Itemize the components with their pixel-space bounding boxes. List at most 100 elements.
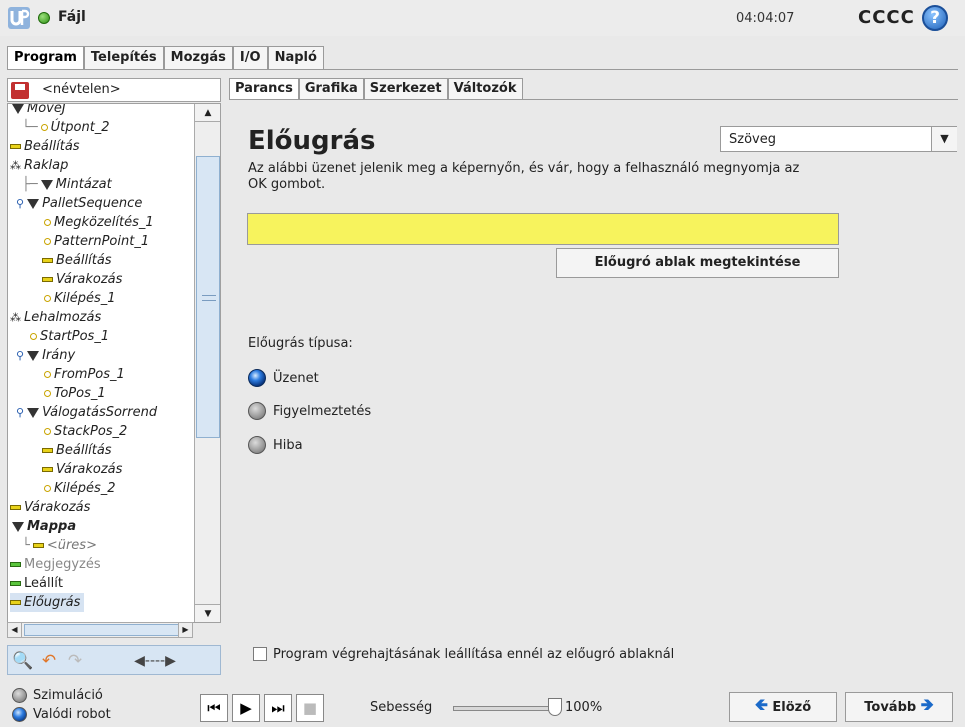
scroll-right-icon[interactable]: ▶ [178, 623, 192, 637]
tree-vertical-scrollbar[interactable]: ▲ ▼ [194, 104, 220, 622]
triangle-icon [27, 198, 40, 209]
set-icon [42, 258, 53, 263]
radio-selected-icon[interactable] [12, 706, 27, 722]
tab-variables[interactable]: Változók [447, 78, 523, 100]
tab-command[interactable]: Parancs [229, 78, 299, 100]
real-robot-label: Valódi robot [33, 706, 111, 722]
radio-unselected-icon[interactable] [12, 687, 27, 703]
tree-item[interactable]: Várakozás [42, 270, 122, 289]
comment-icon [10, 562, 21, 567]
tab-io[interactable]: I/O [232, 46, 268, 70]
tree-item[interactable]: Mappa [12, 517, 76, 536]
message-type-select[interactable]: Szöveg ▼ [720, 126, 957, 152]
tree-item[interactable]: Várakozás [42, 460, 122, 479]
triangle-icon [12, 104, 24, 114]
scroll-down-icon[interactable]: ▼ [195, 604, 220, 622]
scroll-up-icon[interactable]: ▲ [195, 104, 220, 122]
move-node-icon[interactable]: ◀----▶ [106, 650, 204, 672]
tab-move[interactable]: Mozgás [163, 46, 233, 70]
tree-item[interactable]: MoveJ [12, 104, 66, 118]
wait-icon [10, 505, 21, 510]
page-title: Előugrás [248, 126, 376, 156]
program-file-bar: <névtelen> [7, 78, 221, 102]
command-description: Az alábbi üzenet jelenik meg a képernyőn… [248, 161, 800, 192]
tree-item[interactable]: Megjegyzés [10, 555, 101, 574]
tree-item-label: Várakozás [24, 500, 91, 515]
tree-item[interactable]: Várakozás [10, 498, 90, 517]
tree-item[interactable]: ⚲ PalletSequence [16, 194, 142, 213]
tree-item[interactable]: Beállítás [10, 137, 80, 156]
tree-item[interactable]: ToPos_1 [44, 384, 106, 403]
tree-item[interactable]: └─ Útpont_2 [22, 118, 110, 137]
radio-selected-icon[interactable] [248, 369, 266, 387]
radio-message[interactable]: Üzenet [248, 368, 319, 388]
radio-unselected-icon[interactable] [248, 402, 266, 420]
speed-slider-handle[interactable] [548, 698, 562, 716]
radio-warning[interactable]: Figyelmeztetés [248, 401, 371, 421]
radio-error[interactable]: Hiba [248, 435, 303, 455]
stop-program-option[interactable]: Program végrehajtásának leállítása ennél… [253, 645, 674, 663]
redo-icon[interactable]: ↷ [64, 650, 86, 672]
arrow-left-icon: 🡸 [754, 694, 768, 714]
next-button[interactable]: Tovább 🡺 [845, 692, 953, 722]
simulation-mode-option[interactable]: Szimuláció [12, 686, 103, 704]
tree-item[interactable]: ├─ Mintázat [22, 175, 112, 194]
command-tabs: Parancs Grafika Szerkezet Változók [229, 78, 523, 100]
tree-item[interactable]: StartPos_1 [30, 327, 109, 346]
tree-item-label: Beállítás [24, 139, 80, 154]
tree-item[interactable]: Beállítás [42, 441, 112, 460]
previous-button[interactable]: 🡸 Elöző [729, 692, 837, 722]
tree-item-label: Mappa [27, 519, 77, 534]
preview-popup-button[interactable]: Előugró ablak megtekintése [556, 248, 839, 278]
scroll-thumb[interactable] [196, 156, 220, 438]
tree-horizontal-scrollbar[interactable]: ◀ ▶ [7, 622, 193, 638]
tree-item[interactable]: ⁂ Lehalmozás [10, 308, 101, 327]
clock: 04:04:07 [736, 11, 795, 26]
radio-label: Figyelmeztetés [273, 403, 372, 419]
radio-unselected-icon[interactable] [248, 436, 266, 454]
chevron-down-icon[interactable]: ▼ [931, 127, 957, 151]
file-menu[interactable]: Fájl [58, 9, 86, 25]
program-file-name: <névtelen> [42, 82, 121, 97]
scroll-thumb[interactable] [24, 624, 179, 636]
stop-icon[interactable]: ■ [296, 694, 324, 722]
waypoint-icon [44, 485, 51, 492]
wait-icon [42, 277, 53, 282]
tree-item[interactable]: Leállít [10, 574, 63, 593]
tree-item[interactable]: PatternPoint_1 [44, 232, 149, 251]
undo-icon[interactable]: ↶ [38, 650, 60, 672]
tab-program[interactable]: Program [7, 46, 84, 70]
speed-slider[interactable] [453, 706, 558, 711]
play-icon[interactable]: ▶ [232, 694, 260, 722]
tree-item[interactable]: StackPos_2 [44, 422, 127, 441]
waypoint-icon [44, 371, 51, 378]
tree-item[interactable]: Beállítás [42, 251, 112, 270]
tree-item[interactable]: ⚲ VálogatásSorrend [16, 403, 157, 422]
tab-installation[interactable]: Telepítés [83, 46, 164, 70]
search-icon[interactable]: 🔍 [12, 650, 34, 672]
speed-label: Sebesség [370, 700, 433, 715]
waypoint-icon [30, 333, 37, 340]
tree-item-selected[interactable]: Előugrás [10, 593, 85, 612]
skip-back-icon[interactable]: ⏮ [200, 694, 228, 722]
main-tabs: Program Telepítés Mozgás I/O Napló [7, 46, 324, 70]
tab-log[interactable]: Napló [267, 46, 324, 70]
message-input[interactable] [247, 213, 839, 245]
save-icon[interactable] [11, 82, 29, 99]
tree-item[interactable]: Kilépés_1 [44, 289, 116, 308]
tree-item-label: Kilépés_2 [54, 481, 116, 496]
help-icon[interactable]: ? [922, 5, 948, 31]
real-robot-mode-option[interactable]: Valódi robot [12, 705, 111, 723]
tab-structure[interactable]: Szerkezet [363, 78, 448, 100]
tab-graphics[interactable]: Grafika [298, 78, 364, 100]
tree-item[interactable]: └ <üres> [22, 536, 97, 555]
popup-type-label: Előugrás típusa: [248, 336, 353, 351]
tree-item[interactable]: FromPos_1 [44, 365, 125, 384]
stop-program-checkbox[interactable] [253, 647, 267, 661]
tree-item[interactable]: Megközelítés_1 [44, 213, 154, 232]
scroll-left-icon[interactable]: ◀ [8, 623, 22, 637]
step-forward-icon[interactable]: ⏭ [264, 694, 292, 722]
tree-item[interactable]: Kilépés_2 [44, 479, 116, 498]
tree-item[interactable]: ⁂ Raklap [10, 156, 68, 175]
tree-item[interactable]: ⚲ Irány [16, 346, 75, 365]
